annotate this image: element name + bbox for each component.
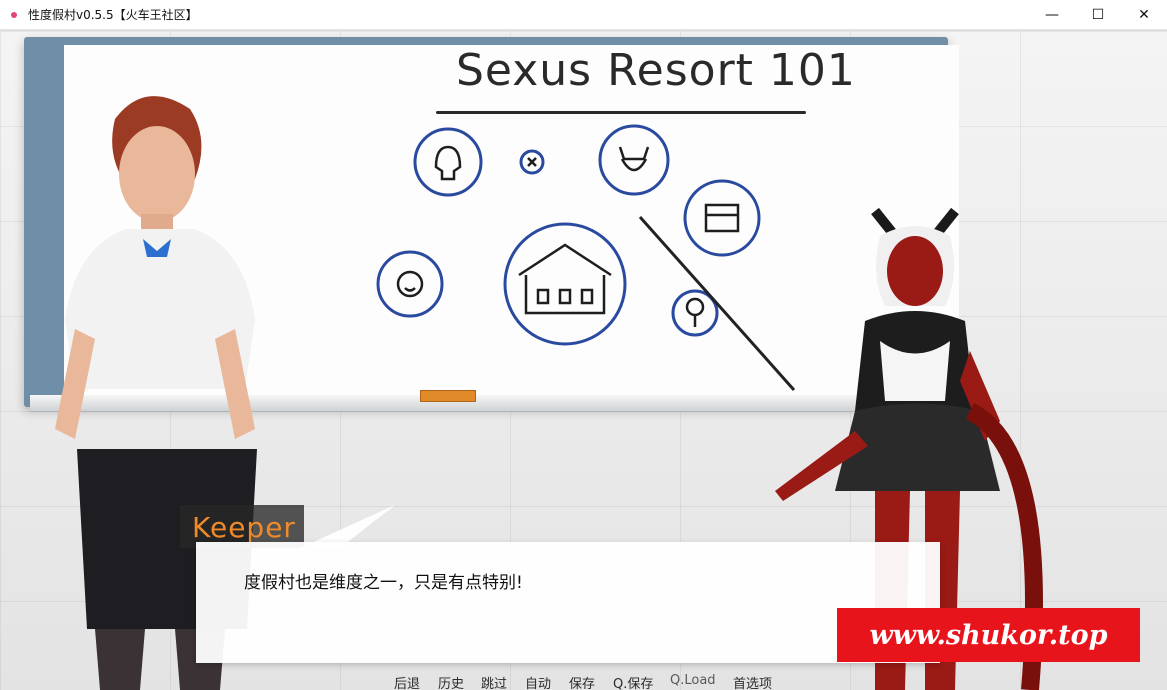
- building-icon-circle: [683, 179, 761, 257]
- close-button[interactable]: ✕: [1121, 0, 1167, 30]
- watermark-banner: www.shukor.top: [837, 608, 1140, 662]
- marker-pen: [420, 390, 476, 402]
- skip-button[interactable]: 跳过: [481, 673, 507, 690]
- dialogue-box[interactable]: 度假村也是维度之一，只是有点特别!: [196, 542, 940, 663]
- watermark-text: www.shukor.top: [869, 619, 1108, 651]
- preferences-button[interactable]: 首选项: [733, 673, 772, 690]
- cat-icon: [618, 146, 650, 172]
- x-mark-icon: [527, 157, 537, 167]
- dialogue-text: 度假村也是维度之一，只是有点特别!: [244, 573, 523, 593]
- building-icon: [704, 203, 740, 233]
- game-scene[interactable]: Sexus Resort 101 Keeper 度假村也是维度之一，只是有点特别…: [0, 31, 1167, 690]
- window-title: 性度假村v0.5.5【火车王社区】: [28, 8, 198, 22]
- smiley-icon-circle: [376, 250, 444, 318]
- speaker-name: Keeper: [192, 511, 296, 544]
- maximize-button[interactable]: ☐: [1075, 0, 1121, 30]
- window-titlebar: 性度假村v0.5.5【火车王社区】 — ☐ ✕: [0, 0, 1167, 30]
- minimize-button[interactable]: —: [1029, 0, 1075, 30]
- window-controls: — ☐ ✕: [1029, 0, 1167, 30]
- skull-icon: [434, 145, 462, 181]
- history-button[interactable]: 历史: [438, 673, 464, 690]
- skull-icon-circle: [413, 127, 483, 197]
- save-button[interactable]: 保存: [569, 673, 595, 690]
- tree-icon: [685, 297, 705, 317]
- smiley-icon: [396, 270, 424, 298]
- quick-menu: 后退 历史 跳过 自动 保存 Q.保存 Q.Load 首选项: [0, 672, 1167, 690]
- quick-load-button[interactable]: Q.Load: [670, 673, 716, 688]
- auto-button[interactable]: 自动: [525, 673, 551, 690]
- back-button[interactable]: 后退: [394, 673, 420, 690]
- quick-save-button[interactable]: Q.保存: [613, 673, 653, 690]
- app-icon: [8, 9, 20, 21]
- house-icon-circle: [503, 222, 627, 346]
